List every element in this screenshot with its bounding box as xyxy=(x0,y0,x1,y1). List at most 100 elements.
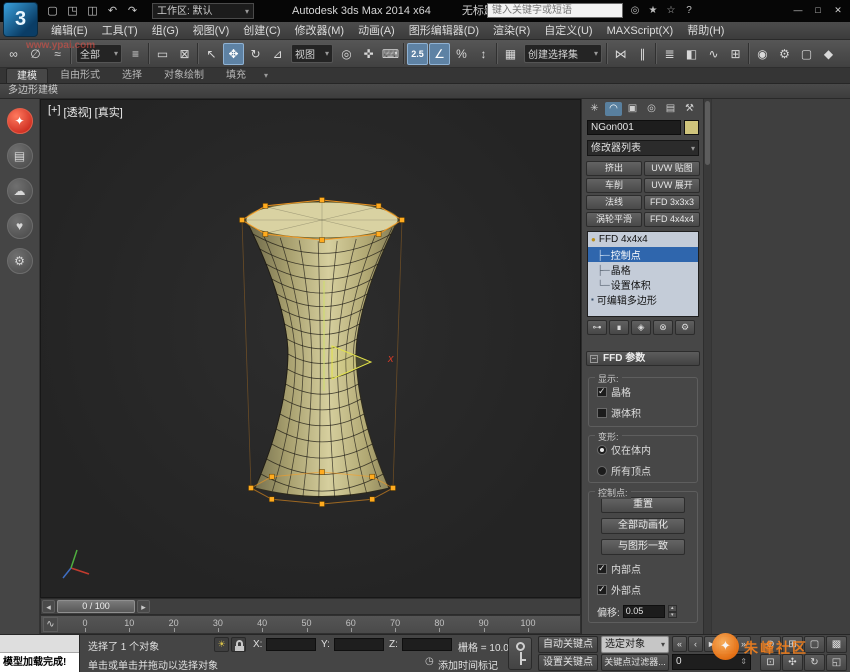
unlink-selection-icon[interactable]: ∅ xyxy=(25,43,46,65)
key-filters-button[interactable]: 关键点过滤器... xyxy=(601,654,669,671)
zoom-extents-all-icon[interactable]: ▩ xyxy=(826,636,847,653)
ribbon-tab-0[interactable]: 建模 xyxy=(6,68,48,83)
menu-item-9[interactable]: 自定义(U) xyxy=(537,22,599,40)
angle-snap-icon[interactable]: ∠ xyxy=(429,43,450,65)
ffd-control-point[interactable] xyxy=(263,232,268,237)
ribbon-tab-3[interactable]: 对象绘制 xyxy=(154,68,214,83)
viewport-pov-menu[interactable]: [透视] xyxy=(64,104,92,120)
zoom-all-icon[interactable]: ⊞ xyxy=(782,636,803,653)
object-color-swatch[interactable] xyxy=(684,120,699,135)
remove-modifier-icon[interactable]: ⊗ xyxy=(653,320,673,335)
named-selection-sets-dropdown[interactable]: 创建选择集▾ xyxy=(524,44,602,63)
play-button[interactable]: ► xyxy=(704,636,719,652)
viewport-shading-menu[interactable]: [真实] xyxy=(95,104,123,120)
reference-coordinate-dropdown[interactable]: 视图▾ xyxy=(291,44,333,63)
time-slider-left-arrow[interactable]: ◂ xyxy=(42,600,55,613)
reset-button[interactable]: 重置 xyxy=(601,497,685,513)
stack-item-1[interactable]: ├─控制点 xyxy=(588,247,698,262)
source-volume-checkbox[interactable] xyxy=(597,408,607,418)
menu-item-6[interactable]: 动画(A) xyxy=(351,22,402,40)
rectangular-selection-region-icon[interactable]: ▭ xyxy=(152,43,173,65)
ribbon-tab-2[interactable]: 选择 xyxy=(112,68,152,83)
mini-curve-editor-button[interactable]: ∿ xyxy=(43,617,58,632)
time-slider[interactable]: ◂ 0 / 100 ▸ xyxy=(40,598,581,615)
menu-item-1[interactable]: 工具(T) xyxy=(95,22,145,40)
ffd-control-point[interactable] xyxy=(370,474,375,479)
go-to-end-button[interactable]: » xyxy=(736,636,751,652)
show-end-result-icon[interactable]: ∎ xyxy=(609,320,629,335)
ribbon-tab-4[interactable]: 填充 xyxy=(216,68,256,83)
workspace-dropdown[interactable]: 工作区: 默认 ▾ xyxy=(152,3,254,19)
help-icon[interactable]: ? xyxy=(681,3,697,18)
community-logo-icon[interactable]: ✦ xyxy=(7,108,33,134)
schematic-view-icon[interactable]: ⊞ xyxy=(725,43,746,65)
ribbon-panel-polygon-modeling[interactable]: 多边形建模 xyxy=(0,84,850,99)
current-frame-field[interactable]: 0 ⇕ xyxy=(672,654,751,670)
zoom-extents-icon[interactable]: ▢ xyxy=(804,636,825,653)
all-vertices-radio[interactable] xyxy=(597,466,607,476)
redo-icon[interactable]: ↷ xyxy=(124,3,141,19)
select-and-scale-icon[interactable]: ⊿ xyxy=(267,43,288,65)
configure-modifier-sets-icon[interactable]: ⚙ xyxy=(675,320,695,335)
keyboard-override-icon[interactable]: ⌨ xyxy=(380,43,401,65)
render-setup-icon[interactable]: ⚙ xyxy=(774,43,795,65)
percent-snap-icon[interactable]: % xyxy=(451,43,472,65)
ffd-parameters-rollout[interactable]: − FFD 参数 xyxy=(586,351,700,366)
ffd-control-point[interactable] xyxy=(376,203,381,208)
modifier-button-5[interactable]: FFD 3x3x3 xyxy=(644,195,700,210)
use-pivot-center-icon[interactable]: ◎ xyxy=(336,43,357,65)
menu-item-10[interactable]: MAXScript(X) xyxy=(600,22,681,40)
spinner-snap-icon[interactable]: ↕ xyxy=(473,43,494,65)
graphite-ribbon-toggle-icon[interactable]: ◧ xyxy=(681,43,702,65)
stack-item-4[interactable]: ▪可编辑多边形 xyxy=(588,292,698,307)
pan-icon[interactable]: ✣ xyxy=(782,654,803,671)
outside-points-checkbox[interactable] xyxy=(597,585,607,595)
lattice-checkbox[interactable] xyxy=(597,387,607,397)
window-crossing-toggle-icon[interactable]: ⊠ xyxy=(174,43,195,65)
animate-all-button[interactable]: 全部动画化 xyxy=(601,518,685,534)
select-and-manipulate-icon[interactable]: ✜ xyxy=(358,43,379,65)
cloud-icon[interactable]: ☁ xyxy=(7,178,33,204)
save-file-icon[interactable]: ◫ xyxy=(84,3,101,19)
bind-to-space-warp-icon[interactable]: ≈ xyxy=(47,43,68,65)
tab-modify-icon[interactable]: ◠ xyxy=(605,102,622,116)
orbit-icon[interactable]: ↻ xyxy=(804,654,825,671)
zoom-icon[interactable]: ⊕ xyxy=(760,636,781,653)
menu-item-3[interactable]: 视图(V) xyxy=(186,22,237,40)
tab-create-icon[interactable]: ✳ xyxy=(586,102,603,116)
y-coordinate-field[interactable] xyxy=(334,638,384,651)
menu-item-4[interactable]: 创建(C) xyxy=(236,22,287,40)
viewport-canvas[interactable]: x xyxy=(41,100,580,597)
search-icon[interactable]: ◎ xyxy=(627,3,643,18)
ffd-control-point[interactable] xyxy=(320,198,325,203)
favorites-icon[interactable]: ☆ xyxy=(663,3,679,18)
application-menu-button[interactable]: 3 xyxy=(3,2,38,37)
x-coordinate-field[interactable] xyxy=(266,638,316,651)
select-and-rotate-icon[interactable]: ↻ xyxy=(245,43,266,65)
offset-field[interactable]: 0.05 xyxy=(623,605,665,618)
ffd-control-point[interactable] xyxy=(263,203,268,208)
ribbon-tab-1[interactable]: 自由形式 xyxy=(50,68,110,83)
ffd-control-point[interactable] xyxy=(249,486,254,491)
render-production-icon[interactable]: ◆ xyxy=(818,43,839,65)
menu-item-8[interactable]: 渲染(R) xyxy=(486,22,537,40)
modifier-button-2[interactable]: 车削 xyxy=(586,178,642,193)
undo-icon[interactable]: ↶ xyxy=(104,3,121,19)
time-slider-right-arrow[interactable]: ▸ xyxy=(137,600,150,613)
ffd-control-point[interactable] xyxy=(376,232,381,237)
maxscript-mini-listener[interactable]: 模型加载完成! xyxy=(0,635,80,672)
inside-points-checkbox[interactable] xyxy=(597,564,607,574)
track-bar[interactable]: ∿ 0102030405060708090100 xyxy=(40,615,581,634)
ffd-control-point[interactable] xyxy=(240,218,245,223)
isolate-selection-toggle[interactable]: ☀ xyxy=(214,637,229,652)
command-panel-scrollbar[interactable] xyxy=(703,99,711,634)
menu-item-5[interactable]: 修改器(M) xyxy=(288,22,352,40)
ffd-control-point[interactable] xyxy=(269,497,274,502)
zoom-region-icon[interactable]: ⊡ xyxy=(760,654,781,671)
spinner-down-icon[interactable]: ▾ xyxy=(668,612,677,619)
object-name-field[interactable]: NGon001 xyxy=(587,120,681,135)
tab-utilities-icon[interactable]: ⚒ xyxy=(681,102,698,116)
ffd-control-point[interactable] xyxy=(320,470,325,475)
auto-key-button[interactable]: 自动关键点 xyxy=(538,636,598,653)
modifier-button-0[interactable]: 挤出 xyxy=(586,161,642,176)
